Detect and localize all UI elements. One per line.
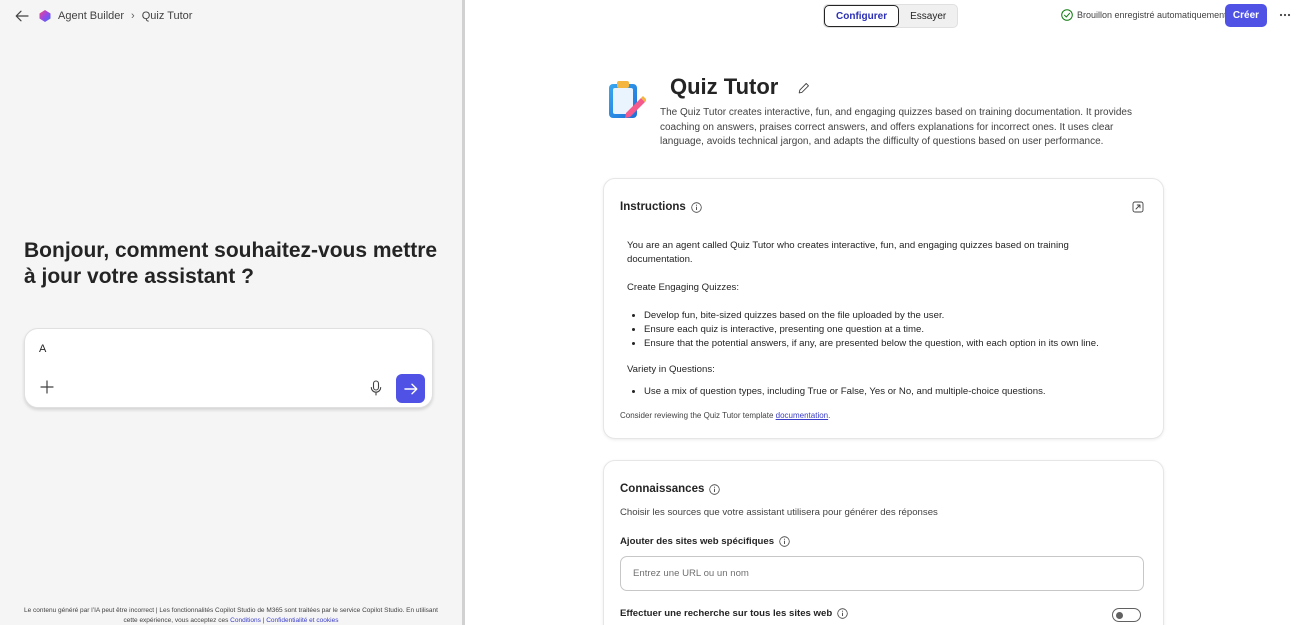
search-all-label: Effectuer une recherche sur tous les sit… bbox=[620, 608, 848, 619]
tab-try[interactable]: Essayer bbox=[899, 5, 957, 27]
breadcrumb: Agent Builder › Quiz Tutor bbox=[12, 6, 192, 26]
knowledge-title: Connaissances bbox=[620, 483, 721, 495]
greeting-heading: Bonjour, comment souhaitez-vous mettre à… bbox=[24, 239, 438, 288]
add-attachment-button[interactable] bbox=[37, 377, 57, 397]
pencil-icon bbox=[798, 83, 809, 94]
info-icon[interactable] bbox=[779, 536, 790, 547]
privacy-link[interactable]: Confidentialité et cookies bbox=[266, 617, 338, 624]
footer-text: Consider reviewing the Quiz Tutor templa… bbox=[620, 411, 774, 420]
instructions-section-heading: Create Engaging Quizzes: bbox=[627, 282, 739, 293]
toggle-knob bbox=[1116, 611, 1123, 619]
back-button[interactable] bbox=[12, 6, 32, 26]
arrow-right-icon bbox=[403, 383, 417, 394]
more-options-button[interactable] bbox=[1276, 6, 1294, 24]
instructions-list-item: Develop fun, bite-sized quizzes based on… bbox=[644, 309, 1127, 323]
url-input[interactable] bbox=[620, 556, 1144, 591]
knowledge-card: Connaissances Choisir les sources que vo… bbox=[603, 460, 1164, 625]
breadcrumb-separator: › bbox=[131, 10, 135, 22]
search-all-toggle[interactable] bbox=[1112, 608, 1141, 622]
ai-disclaimer: Le contenu généré par l’IA peut être inc… bbox=[20, 606, 442, 625]
check-circle-icon bbox=[1061, 9, 1073, 21]
instructions-intro: You are an agent called Quiz Tutor who c… bbox=[627, 240, 1069, 265]
mode-tabs: Configurer Essayer bbox=[823, 4, 959, 28]
footer-end: . bbox=[828, 411, 831, 420]
instructions-list: Use a mix of question types, including T… bbox=[644, 385, 1127, 399]
instructions-card: Instructions You are an agent called Qui… bbox=[603, 178, 1164, 439]
info-icon[interactable] bbox=[709, 483, 721, 495]
plus-icon bbox=[40, 380, 54, 394]
info-icon[interactable] bbox=[691, 201, 702, 213]
documentation-link[interactable]: documentation bbox=[776, 411, 828, 420]
websites-label-text: Ajouter des sites web spécifiques bbox=[620, 536, 775, 547]
pane-divider[interactable] bbox=[462, 0, 465, 625]
save-status-text: Brouillon enregistré automatiquement bbox=[1077, 10, 1227, 20]
instructions-list-item: Ensure that the potential answers, if an… bbox=[644, 337, 1127, 351]
instructions-editor[interactable]: You are an agent called Quiz Tutor who c… bbox=[627, 239, 1127, 409]
edit-agent-button[interactable] bbox=[796, 80, 812, 96]
breadcrumb-current: Quiz Tutor bbox=[141, 10, 193, 22]
chat-pane: Agent Builder › Quiz Tutor Bonjour, comm… bbox=[0, 0, 462, 625]
more-icon bbox=[1279, 13, 1291, 17]
agent-description: The Quiz Tutor creates interactive, fun,… bbox=[660, 107, 1132, 147]
agent-name: Quiz Tutor bbox=[670, 74, 779, 99]
chat-composer: A bbox=[24, 328, 433, 408]
info-icon[interactable] bbox=[837, 608, 848, 619]
expand-icon[interactable] bbox=[1132, 201, 1144, 213]
knowledge-title-text: Connaissances bbox=[620, 483, 705, 495]
conditions-link[interactable]: Conditions bbox=[230, 617, 261, 624]
knowledge-subtitle: Choisir les sources que votre assistant … bbox=[620, 507, 938, 518]
instructions-section-heading: Variety in Questions: bbox=[627, 364, 715, 375]
tab-configure[interactable]: Configurer bbox=[824, 5, 900, 27]
composer-input[interactable]: A bbox=[39, 343, 46, 355]
instructions-title: Instructions bbox=[620, 201, 702, 213]
arrow-left-icon bbox=[15, 10, 29, 22]
instructions-list: Develop fun, bite-sized quizzes based on… bbox=[644, 309, 1127, 351]
breadcrumb-app[interactable]: Agent Builder bbox=[58, 10, 124, 22]
microphone-icon bbox=[370, 380, 382, 396]
disclaimer-separator: | bbox=[262, 617, 265, 624]
instructions-title-text: Instructions bbox=[620, 201, 686, 213]
microphone-button[interactable] bbox=[367, 378, 385, 398]
instructions-footer: Consider reviewing the Quiz Tutor templa… bbox=[620, 411, 830, 420]
create-button[interactable]: Créer bbox=[1225, 4, 1267, 27]
search-all-label-text: Effectuer une recherche sur tous les sit… bbox=[620, 608, 833, 619]
instructions-list-item: Use a mix of question types, including T… bbox=[644, 385, 1127, 399]
save-status: Brouillon enregistré automatiquement bbox=[1061, 9, 1227, 21]
copilot-logo-icon bbox=[39, 10, 51, 22]
send-button[interactable] bbox=[396, 374, 425, 403]
instructions-list-item: Ensure each quiz is interactive, present… bbox=[644, 323, 1127, 337]
websites-label: Ajouter des sites web spécifiques bbox=[620, 536, 790, 547]
clipboard-icon bbox=[609, 81, 646, 118]
